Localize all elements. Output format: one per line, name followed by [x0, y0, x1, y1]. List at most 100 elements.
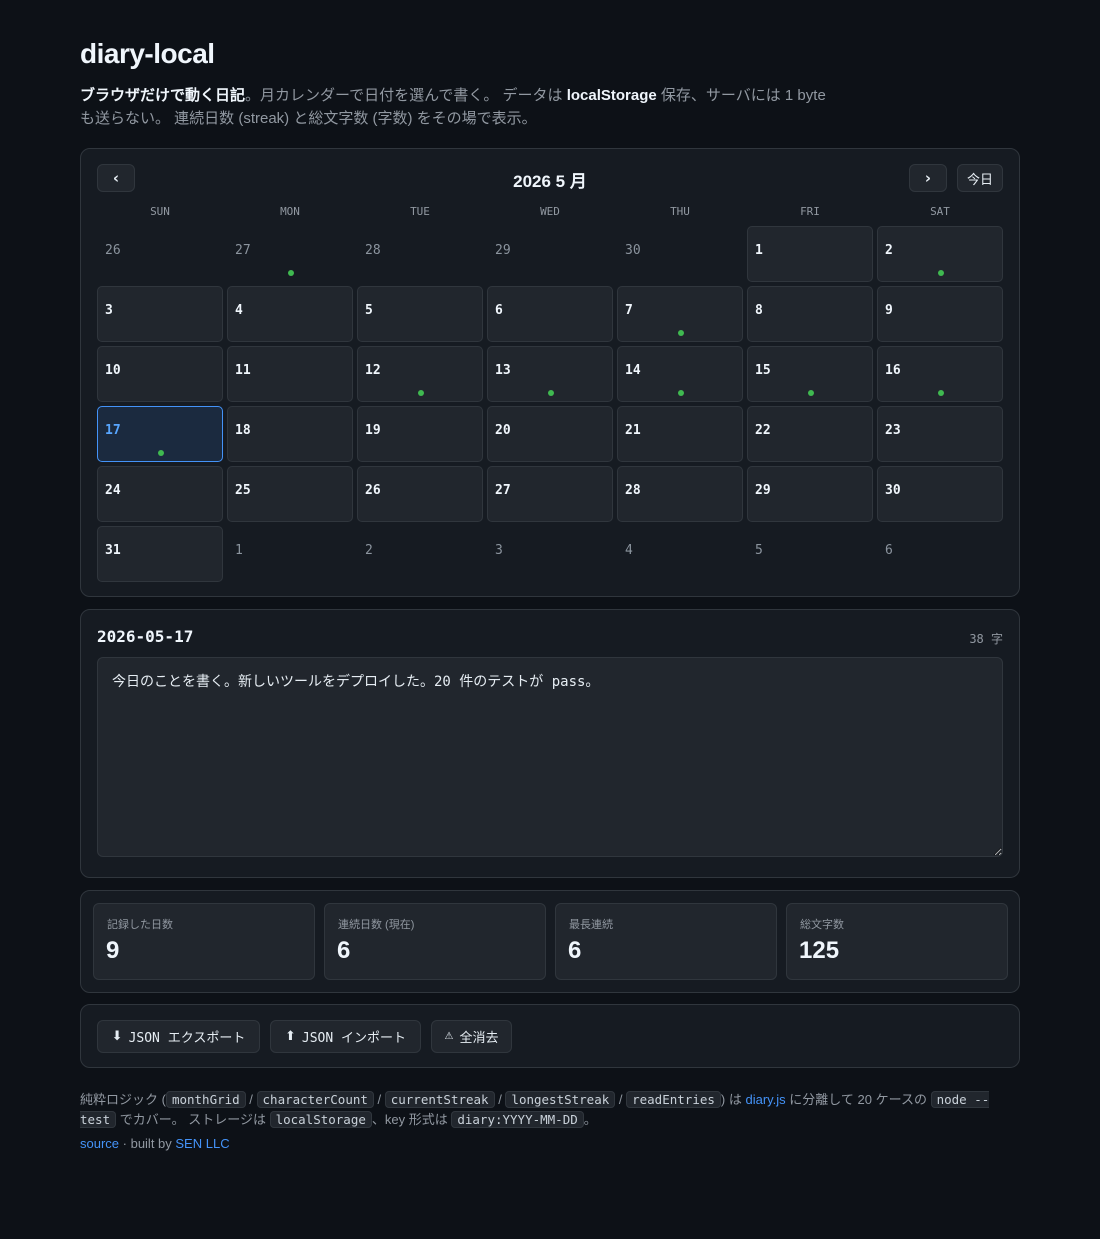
- day-number: 20: [495, 423, 511, 438]
- day-cell[interactable]: 5: [747, 526, 873, 582]
- day-cell[interactable]: 28: [617, 466, 743, 522]
- stat-value: 9: [106, 937, 120, 964]
- day-number: 21: [625, 423, 641, 438]
- day-cell[interactable]: 16: [877, 346, 1003, 402]
- day-cell[interactable]: 19: [357, 406, 483, 462]
- upload-arrow-icon: ⬆: [284, 1029, 296, 1044]
- author-link[interactable]: SEN LLC: [175, 1136, 229, 1151]
- day-number: 1: [755, 243, 763, 258]
- entry-dot-icon: [288, 270, 294, 276]
- day-cell[interactable]: 25: [227, 466, 353, 522]
- day-cell[interactable]: 14: [617, 346, 743, 402]
- day-cell[interactable]: 27: [487, 466, 613, 522]
- day-cell[interactable]: 29: [487, 226, 613, 282]
- entry-dot-icon: [678, 330, 684, 336]
- day-number: 9: [885, 303, 893, 318]
- day-cell[interactable]: 3: [487, 526, 613, 582]
- calendar-grid: 26 27 28 29 30 1 2 3 4 5 6 7 8 9 10 11 12 13 14 15 16 17 18 19 2…: [97, 226, 1003, 582]
- day-cell[interactable]: 20: [487, 406, 613, 462]
- day-cell[interactable]: 11: [227, 346, 353, 402]
- day-cell[interactable]: 30: [877, 466, 1003, 522]
- day-number: 2: [885, 243, 893, 258]
- day-number: 5: [365, 303, 373, 318]
- day-number: 26: [105, 243, 121, 258]
- weekday-label: SAT: [930, 205, 950, 218]
- day-cell[interactable]: 8: [747, 286, 873, 342]
- entry-dot-icon: [808, 390, 814, 396]
- day-cell[interactable]: 24: [97, 466, 223, 522]
- day-number: 27: [235, 243, 251, 258]
- day-number: 6: [495, 303, 503, 318]
- intro-bold-storage: localStorage: [566, 87, 657, 104]
- entry-dot-icon: [548, 390, 554, 396]
- day-number: 15: [755, 363, 771, 378]
- weekday-label: TUE: [410, 205, 430, 218]
- code-monthgrid: monthGrid: [165, 1091, 246, 1108]
- day-cell[interactable]: 26: [357, 466, 483, 522]
- weekday-label: WED: [540, 205, 560, 218]
- day-cell[interactable]: 23: [877, 406, 1003, 462]
- day-cell[interactable]: 29: [747, 466, 873, 522]
- day-number: 28: [365, 243, 381, 258]
- day-number: 19: [365, 423, 381, 438]
- clear-all-button[interactable]: ⚠ 全消去: [431, 1020, 512, 1053]
- day-cell[interactable]: 22: [747, 406, 873, 462]
- day-cell[interactable]: 3: [97, 286, 223, 342]
- next-month-button[interactable]: ›: [909, 164, 947, 192]
- stat-label: 連続日数 (現在): [338, 919, 415, 931]
- calendar-panel: ‹ 2026 5 月 › 今日 SUN MON TUE WED THU FRI SAT 26…: [80, 148, 1020, 597]
- footer-text: 。: [583, 1112, 597, 1127]
- json-import-button[interactable]: ⬆ JSON インポート: [270, 1020, 421, 1053]
- diary-textarea[interactable]: 今日のことを書く。新しいツールをデプロイした。20 件のテストが pass。: [97, 657, 1003, 857]
- weekday-label: SUN: [150, 205, 170, 218]
- day-cell[interactable]: 2: [877, 226, 1003, 282]
- day-number: 3: [105, 303, 113, 318]
- day-cell[interactable]: 9: [877, 286, 1003, 342]
- intro-bold-lead: ブラウザだけで動く日記: [80, 87, 246, 104]
- day-cell-selected[interactable]: 17: [97, 406, 223, 462]
- day-number: 30: [625, 243, 641, 258]
- stats-panel: 記録した日数 9 連続日数 (現在) 6 最長連続 6 総文字数 125: [80, 890, 1020, 993]
- source-link[interactable]: source: [80, 1136, 119, 1151]
- day-number: 5: [755, 543, 763, 558]
- day-cell[interactable]: 21: [617, 406, 743, 462]
- day-cell[interactable]: 4: [617, 526, 743, 582]
- day-number: 31: [105, 543, 121, 558]
- day-number: 1: [235, 543, 243, 558]
- day-number: 16: [885, 363, 901, 378]
- day-cell[interactable]: 5: [357, 286, 483, 342]
- stat-longest-streak: 最長連続 6: [555, 903, 777, 980]
- code-key-format: diary:YYYY-MM-DD: [451, 1111, 584, 1128]
- diary-js-link[interactable]: diary.js: [745, 1092, 785, 1107]
- code-localstorage: localStorage: [269, 1111, 372, 1128]
- stat-label: 記録した日数: [107, 919, 173, 931]
- day-cell[interactable]: 1: [747, 226, 873, 282]
- warning-icon: ⚠: [444, 1031, 454, 1042]
- day-cell[interactable]: 28: [357, 226, 483, 282]
- day-cell[interactable]: 12: [357, 346, 483, 402]
- footer-text: でカバー。 ストレージは: [116, 1112, 270, 1127]
- entry-dot-icon: [418, 390, 424, 396]
- footer-sep: /: [245, 1092, 257, 1107]
- day-cell[interactable]: 13: [487, 346, 613, 402]
- day-cell[interactable]: 27: [227, 226, 353, 282]
- day-cell[interactable]: 1: [227, 526, 353, 582]
- day-cell[interactable]: 10: [97, 346, 223, 402]
- day-cell[interactable]: 6: [487, 286, 613, 342]
- month-title: 2026 5 月: [513, 172, 587, 191]
- today-button[interactable]: 今日: [957, 164, 1003, 192]
- day-number: 8: [755, 303, 763, 318]
- day-number: 6: [885, 543, 893, 558]
- day-cell[interactable]: 15: [747, 346, 873, 402]
- day-cell[interactable]: 26: [97, 226, 223, 282]
- day-cell[interactable]: 4: [227, 286, 353, 342]
- day-cell[interactable]: 6: [877, 526, 1003, 582]
- day-number: 29: [495, 243, 511, 258]
- day-cell[interactable]: 2: [357, 526, 483, 582]
- day-cell[interactable]: 30: [617, 226, 743, 282]
- day-cell[interactable]: 18: [227, 406, 353, 462]
- day-number: 10: [105, 363, 121, 378]
- day-cell[interactable]: 7: [617, 286, 743, 342]
- day-cell[interactable]: 31: [97, 526, 223, 582]
- json-export-button[interactable]: ⬇ JSON エクスポート: [97, 1020, 260, 1053]
